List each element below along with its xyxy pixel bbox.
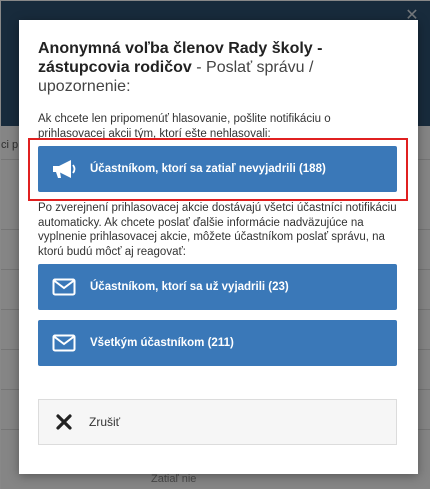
- notify-not-responded-button[interactable]: Účastníkom, ktorí sa zatiaľ nevyjadrili …: [38, 146, 397, 192]
- cancel-button[interactable]: Zrušiť: [38, 399, 397, 445]
- message-responded-label: Účastníkom, ktorí sa už vyjadrili (23): [90, 281, 289, 293]
- send-message-dialog: Anonymná voľba členov Rady školy - zástu…: [19, 20, 418, 474]
- after-publish-description: Po zverejnení prihlasovacej akcie dostáv…: [38, 202, 397, 258]
- message-all-button[interactable]: Všetkým účastníkom (211): [38, 320, 397, 366]
- reminder-description: Ak chcete len pripomenúť hlasovanie, poš…: [38, 113, 331, 140]
- notify-not-responded-label: Účastníkom, ktorí sa zatiaľ nevyjadrili …: [90, 163, 326, 175]
- message-all-label: Všetkým účastníkom (211): [90, 337, 234, 349]
- message-responded-button[interactable]: Účastníkom, ktorí sa už vyjadrili (23): [38, 264, 397, 310]
- envelope-icon: [38, 278, 90, 296]
- dialog-title: Anonymná voľba členov Rady školy - zástu…: [38, 39, 398, 96]
- envelope-icon: [38, 334, 90, 352]
- megaphone-icon: [38, 158, 90, 180]
- cancel-label: Zrušiť: [89, 415, 121, 429]
- close-icon: [39, 414, 89, 430]
